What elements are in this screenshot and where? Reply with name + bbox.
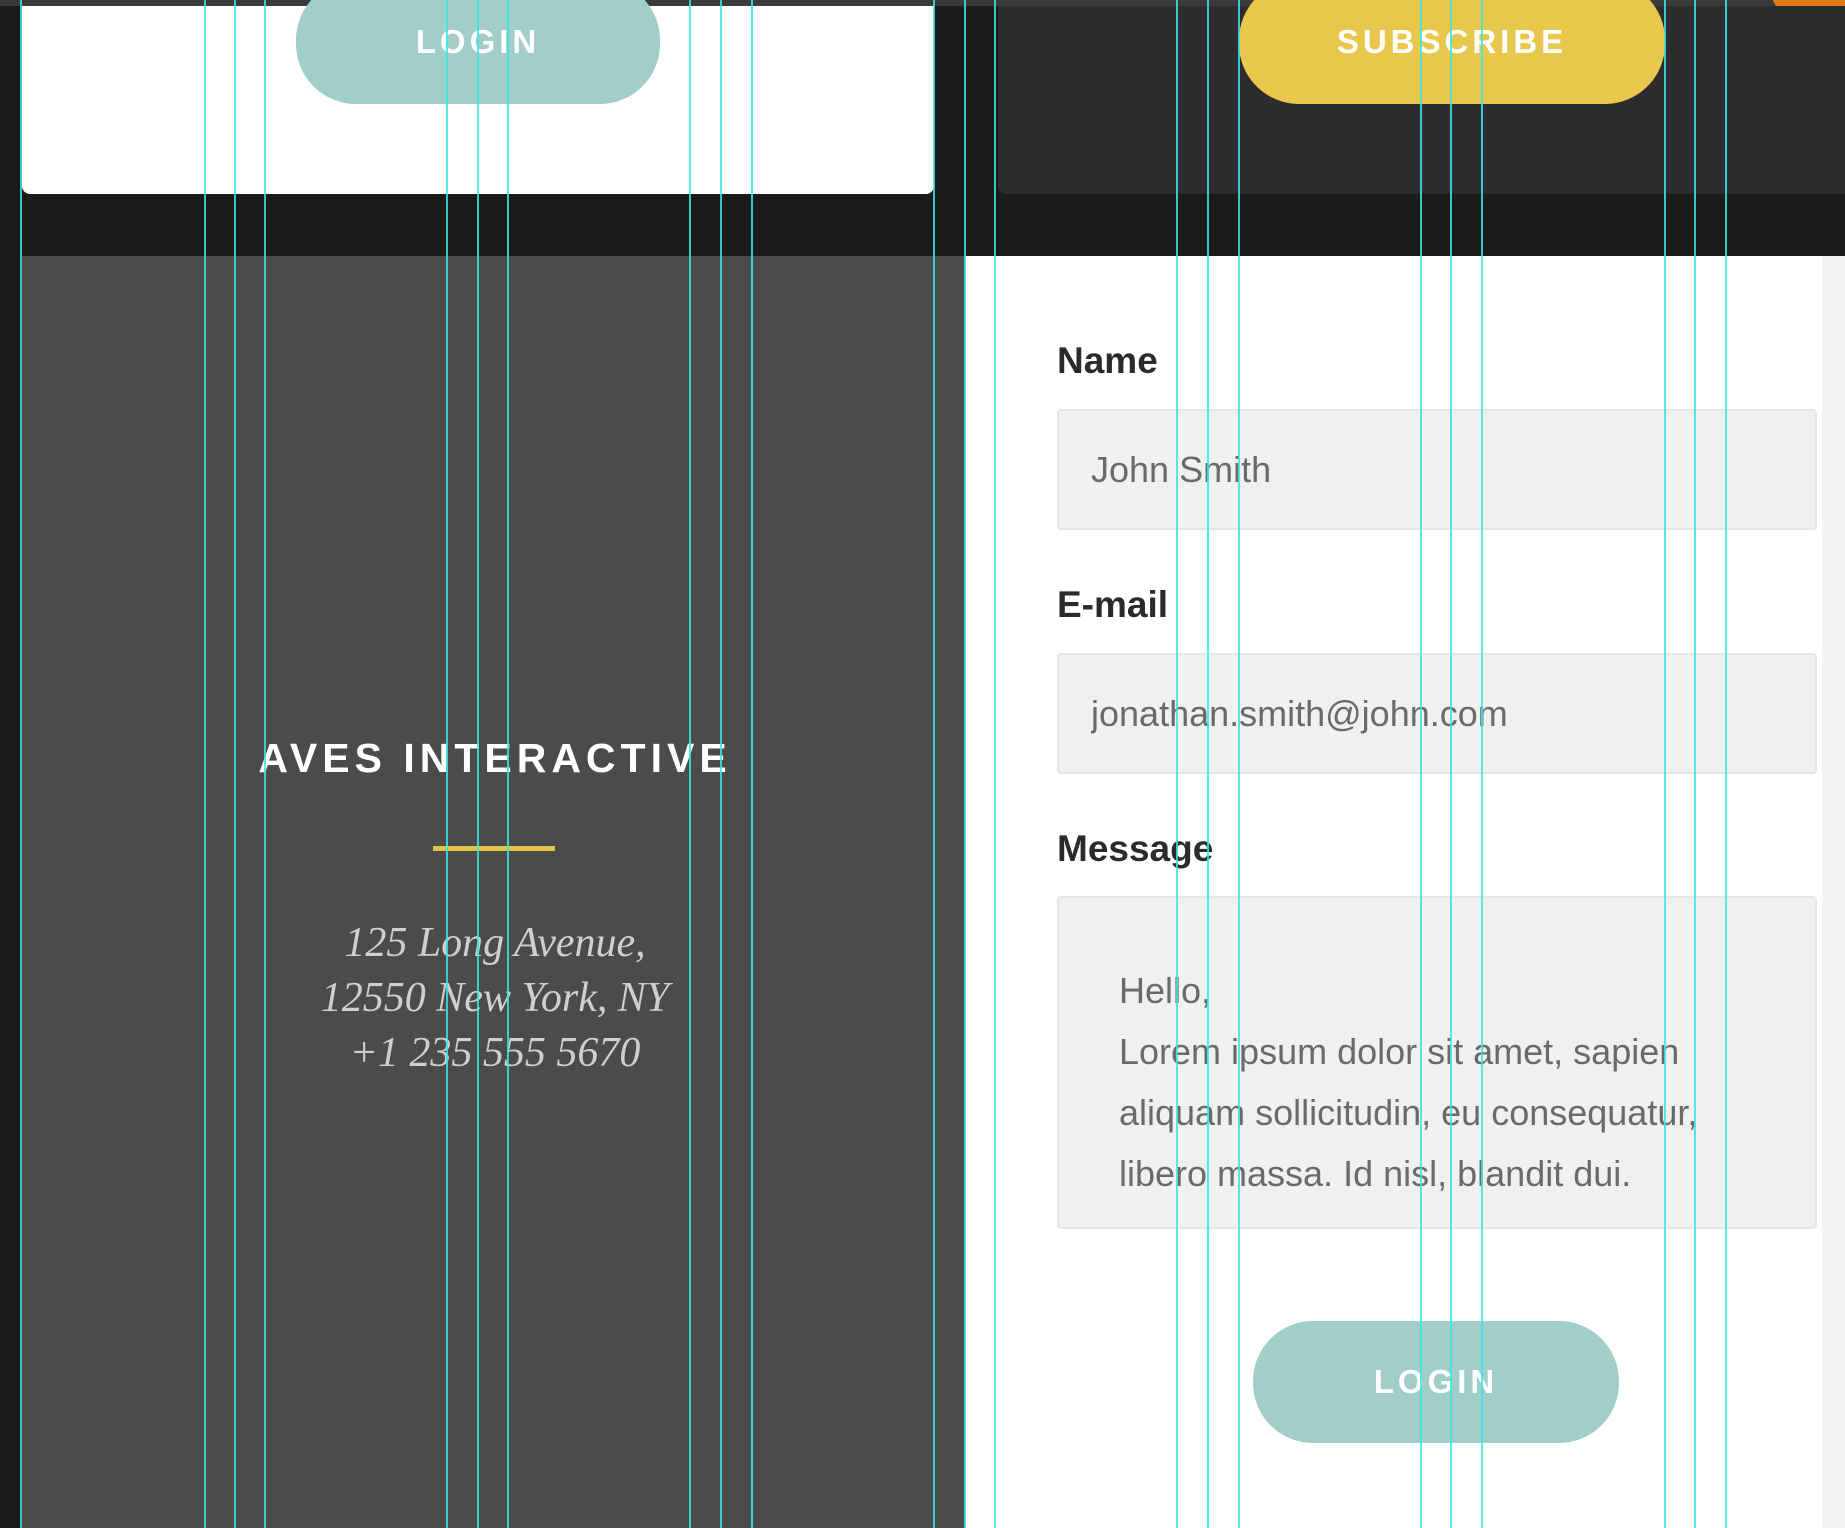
name-input[interactable] (1059, 411, 1815, 528)
address-line-2: 12550 New York, NY (320, 975, 670, 1021)
email-label: E-mail (1057, 584, 1169, 625)
message-label: Message (1057, 828, 1214, 869)
subscribe-button[interactable]: SUBSCRIBE (1239, 0, 1665, 104)
form-panel-edge (1822, 256, 1845, 1528)
email-field[interactable] (1057, 653, 1817, 774)
phone-number: +1 235 555 5670 (349, 1030, 641, 1076)
accent-divider (433, 846, 555, 851)
company-name: AVES INTERACTIVE (258, 735, 732, 781)
design-canvas: LOGIN SUBSCRIBE AVES INTERACTIVE 125 Lon… (0, 0, 1845, 1528)
form-submit-button[interactable]: LOGIN (1253, 1321, 1619, 1443)
email-input[interactable] (1059, 655, 1815, 772)
name-field[interactable] (1057, 409, 1817, 530)
message-field[interactable]: Hello, Lorem ipsum dolor sit amet, sapie… (1057, 896, 1817, 1229)
contact-address: 125 Long Avenue, 12550 New York, NY +1 2… (0, 916, 990, 1081)
login-button[interactable]: LOGIN (296, 0, 660, 104)
contact-info-panel (22, 256, 964, 1528)
address-line-1: 125 Long Avenue, (344, 920, 646, 966)
name-label: Name (1057, 340, 1158, 381)
message-textarea[interactable]: Hello, Lorem ipsum dolor sit amet, sapie… (1059, 898, 1815, 1204)
